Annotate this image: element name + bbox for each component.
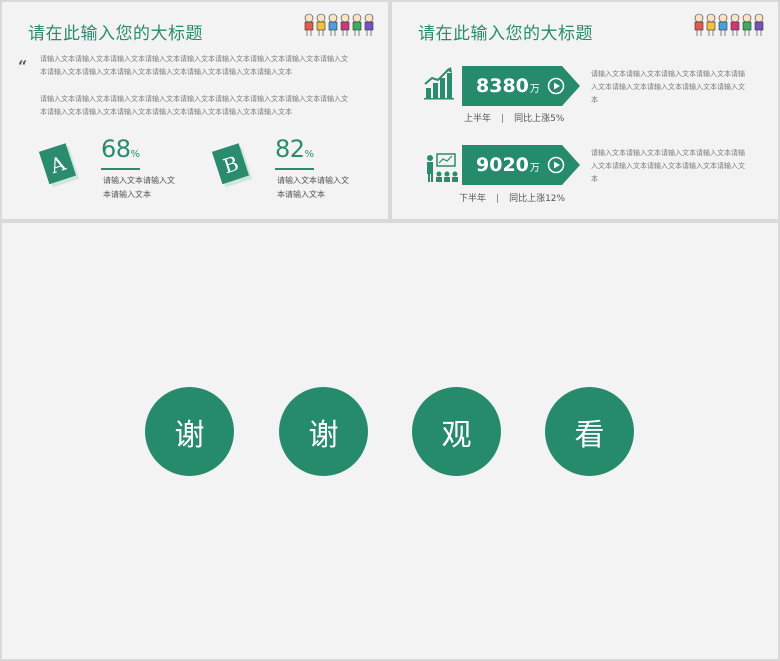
percent-a-value: 68 [101,135,131,163]
stat-value-1: 8380万 [476,75,540,97]
thanks-char-4: 看 [545,387,634,476]
desc-b: 请输入文本请输入文本请输入文本 [277,176,349,199]
desc-a: 请输入文本请输入文本请输入文本 [103,176,175,199]
stat-banner-1: 8380万 [462,66,580,106]
body-paragraph-2: 请输入文本请输入文本请输入文本请输入文本请输入文本请输入文本请输入文本请输入文本… [40,95,348,116]
body-paragraph-1: 请输入文本请输入文本请输入文本请输入文本请输入文本请输入文本请输入文本请输入文本… [40,55,348,76]
growth-chart-icon [424,67,454,100]
slide-title: 请在此输入您的大标题 [418,24,593,44]
slide-2[interactable]: 请在此输入您的大标题 8380万 上半年 | 同比上涨5% 请输入文本请输入文本… [392,2,778,219]
kids-illustration-icon [304,13,374,36]
side-text-1: 请输入文本请输入文本请输入文本请输入文本请输入文本请输入文本请输入文本请输入文本… [591,70,745,104]
slides-overview: 请在此输入您的大标题 “ 请输入文本请输入文本请输入文本请输入文本请输入文本请输… [0,0,780,661]
slide-title: 请在此输入您的大标题 [28,24,203,44]
book-b-icon: B [211,143,253,188]
thanks-char-1: 谢 [145,387,234,476]
thanks-char-2: 谢 [279,387,368,476]
book-a-icon: A [38,143,80,188]
slide-1[interactable]: 请在此输入您的大标题 “ 请输入文本请输入文本请输入文本请输入文本请输入文本请输… [2,2,388,219]
play-icon[interactable] [547,77,565,95]
percent-a: 68% [101,136,140,170]
slide-3[interactable]: 谢 谢 观 看 [2,223,778,659]
stat-caption-2: 下半年 | 同比上涨12% [459,194,566,204]
presentation-icon [427,153,458,182]
quote-icon: “ [18,57,28,76]
percent-b: 82% [275,136,314,170]
stat-caption-1: 上半年 | 同比上涨5% [464,114,565,124]
kids-illustration-icon [694,13,764,36]
percent-a-unit: % [130,149,141,160]
thanks-char-3: 观 [412,387,501,476]
play-icon[interactable] [547,156,565,174]
stat-value-2: 9020万 [476,154,540,176]
side-text-2: 请输入文本请输入文本请输入文本请输入文本请输入文本请输入文本请输入文本请输入文本… [591,149,745,183]
stat-banner-2: 9020万 [462,145,580,185]
percent-b-unit: % [304,149,315,160]
percent-b-value: 82 [275,135,305,163]
